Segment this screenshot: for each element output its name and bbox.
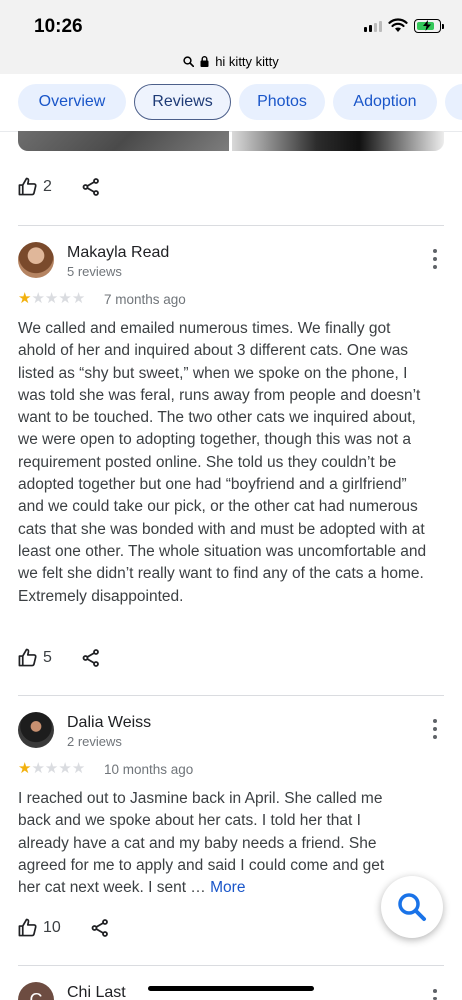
star-icon: ★ (71, 760, 86, 777)
thumbs-up-icon[interactable] (18, 648, 37, 667)
search-icon (398, 893, 426, 921)
status-time: 10:26 (34, 16, 83, 37)
tab-more[interactable] (445, 84, 462, 120)
star-icon: ★ (18, 760, 32, 777)
status-bar: 10:26 (0, 0, 462, 48)
star-icon: ★ (31, 760, 45, 777)
tab-bar: Overview Reviews Photos Adoption (0, 74, 462, 132)
divider (18, 695, 444, 696)
star-icon: ★ (44, 760, 59, 777)
battery-icon (414, 19, 444, 33)
star-icon: ★ (44, 290, 59, 307)
tab-overview[interactable]: Overview (18, 84, 126, 120)
signal-icon (364, 20, 382, 32)
reviewer-name[interactable]: Makayla Read (67, 244, 169, 262)
like-count: 2 (43, 177, 52, 195)
thumbs-up-icon[interactable] (18, 918, 37, 937)
more-options-icon[interactable] (428, 249, 442, 269)
address-bar[interactable]: hi kitty kitty (0, 48, 462, 74)
review-count: 2 reviews (67, 734, 122, 749)
review-photo[interactable] (18, 131, 229, 151)
home-indicator[interactable] (148, 986, 314, 991)
url-text: hi kitty kitty (215, 53, 279, 69)
review-text: We called and emailed numerous times. We… (18, 320, 427, 605)
review-count: 5 reviews (67, 264, 122, 279)
reviewer-name[interactable]: Chi Last (67, 984, 126, 1000)
thumbs-up-icon[interactable] (18, 177, 37, 196)
share-icon[interactable] (91, 918, 109, 937)
share-icon[interactable] (82, 648, 100, 667)
star-icon: ★ (18, 290, 32, 307)
review-photo[interactable] (232, 131, 444, 151)
more-link[interactable]: More (210, 879, 245, 896)
search-icon (183, 55, 195, 67)
divider (18, 965, 444, 966)
share-icon[interactable] (82, 177, 100, 196)
star-icon: ★ (58, 290, 72, 307)
divider (18, 225, 444, 226)
review-actions: 10 (18, 918, 109, 937)
avatar[interactable]: C (18, 982, 54, 1000)
reviewer-name[interactable]: Dalia Weiss (67, 714, 151, 732)
review-date: 7 months ago (104, 292, 186, 307)
more-options-icon[interactable] (428, 989, 442, 1000)
star-icon: ★ (31, 290, 45, 307)
lock-icon (200, 55, 209, 67)
star-icon: ★ (71, 290, 86, 307)
review-actions: 5 (18, 648, 100, 667)
review-date: 10 months ago (104, 762, 194, 777)
avatar[interactable] (18, 712, 54, 748)
star-icon: ★ (58, 760, 72, 777)
avatar[interactable] (18, 242, 54, 278)
like-count: 5 (43, 648, 52, 666)
tab-reviews[interactable]: Reviews (134, 84, 231, 120)
wifi-icon (388, 18, 408, 32)
review-text-body: I reached out to Jasmine back in April. … (18, 790, 385, 897)
search-button[interactable] (381, 876, 443, 938)
star-rating: ★ ★ ★ ★ ★ (18, 761, 85, 777)
more-options-icon[interactable] (428, 719, 442, 739)
tab-photos[interactable]: Photos (239, 84, 325, 120)
tab-adoption[interactable]: Adoption (333, 84, 437, 120)
like-count: 10 (43, 918, 61, 936)
star-rating: ★ ★ ★ ★ ★ (18, 291, 85, 307)
review-text: I reached out to Jasmine back in April. … (18, 788, 398, 899)
review-actions: 2 (18, 177, 100, 196)
